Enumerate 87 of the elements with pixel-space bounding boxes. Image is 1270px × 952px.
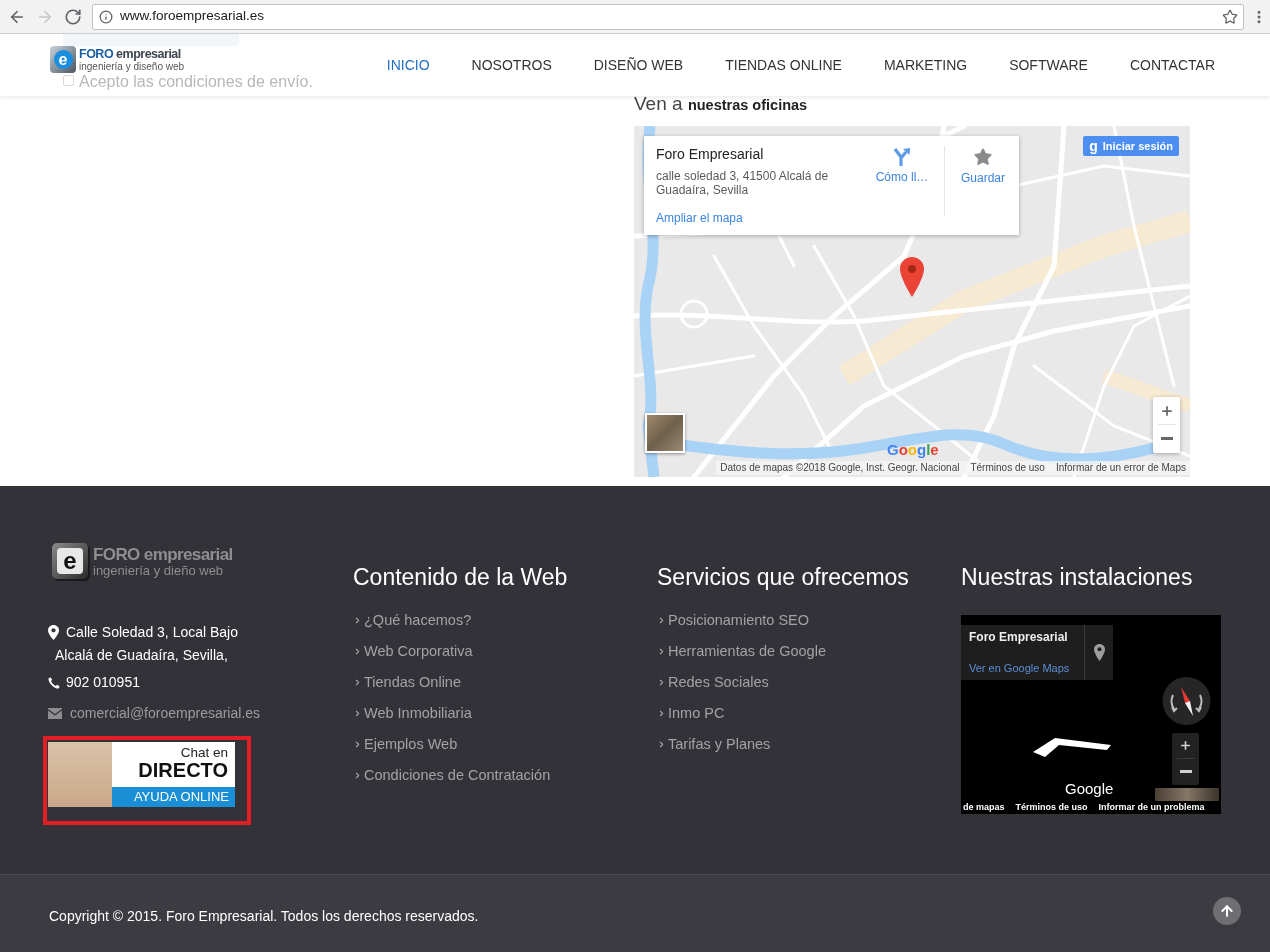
footer-link[interactable]: Herramientas de Google [657,636,826,667]
chevron-shape-icon[interactable] [1033,738,1111,758]
footer-link[interactable]: Inmo PC [657,698,725,729]
email-link[interactable]: comercial@foroempresarial.es [70,702,261,725]
chevron-icon [657,647,666,656]
footer-link[interactable]: Tarifas y Planes [657,729,771,760]
bookmark-star-icon[interactable] [1222,8,1238,25]
google-logo: Google [1065,781,1114,797]
place-name: Foro Empresarial [969,630,1068,644]
report-error-link[interactable]: Informar de un error de Maps [1055,462,1186,474]
logo-wordmark: FORO empresarial [79,47,182,61]
envelope-icon [48,708,62,719]
compass-icon[interactable] [1162,677,1211,725]
terms-link[interactable]: Términos de uso [1015,802,1088,813]
reload-icon [64,7,82,26]
sign-in-button[interactable]: g Iniciar sesión [1083,136,1179,156]
footer-link[interactable]: Ejemplos Web [353,729,458,760]
nav-link[interactable]: SOFTWARE [1009,56,1088,74]
map-pin-icon [48,625,59,640]
google-logo: Google [887,442,939,458]
footer-link[interactable]: Tiendas Online [353,667,461,698]
logo-tagline: ingeniería y dieño web [93,563,224,578]
minus-icon [1179,770,1192,773]
nav-link[interactable]: DISEÑO WEB [593,56,684,74]
street-view-thumbnail[interactable] [1155,788,1219,801]
nav-link[interactable]: CONTACTAR [1129,56,1215,74]
chevron-icon [657,678,666,687]
nav-link[interactable]: INICIO [386,56,430,74]
directions-button[interactable]: Cómo ll… [876,148,928,192]
footer-link[interactable]: Condiciones de Contratación [353,760,551,791]
logo-mark: e [52,543,88,579]
footer-heading: Nuestras instalaciones [961,563,1193,591]
map-data-credit: de mapas [963,802,1005,813]
footer-link[interactable]: ¿Qué hacemos? [353,605,472,636]
chevron-icon [657,709,666,718]
chevron-icon [353,647,362,656]
plus-icon [1159,403,1174,418]
footer-link[interactable]: Posicionamiento SEO [657,605,810,636]
minus-icon [1160,437,1173,440]
enlarge-map-link[interactable]: Ampliar el mapa [656,211,743,225]
chevron-icon [353,771,362,780]
chevron-icon [657,740,666,749]
g-icon: g [1089,139,1098,153]
footer-link[interactable]: Web Corporativa [353,636,473,667]
map-marker-icon[interactable] [900,257,924,297]
section-heading: Ven a nuestras oficinas [634,94,809,115]
footer-link[interactable]: Web Inmobiliaria [353,698,472,729]
google-maps-link[interactable]: Ver en Google Maps [969,662,1070,675]
place-name: Foro Empresarial [656,146,764,162]
footer-link[interactable]: Redes Sociales [657,667,769,698]
terms-checkbox[interactable] [63,75,74,86]
chevron-icon [353,709,362,718]
satellite-thumbnail[interactable] [645,413,685,453]
nav-link[interactable]: MARKETING [883,56,968,74]
chat-banner[interactable]: Chat en DIRECTO AYUDA ONLINE [48,742,235,807]
footer-heading: Contenido de la Web [353,563,568,591]
report-problem-link[interactable]: Informar de un problema [1098,802,1205,813]
info-icon[interactable] [99,9,113,24]
chevron-icon [657,616,666,625]
phone-icon [48,676,60,689]
scroll-top-button[interactable] [1213,896,1241,925]
reload-button[interactable] [64,7,82,26]
footer-heading: Servicios que ofrecemos [657,563,909,591]
nav-link[interactable]: TIENDAS ONLINE [725,56,842,74]
map-data-credit: Datos de mapas ©2018 Google, Inst. Geogr. Nacional [720,462,960,474]
map-pin-icon[interactable] [1093,644,1105,661]
address-bar[interactable]: www.foroempresarial.es [92,3,1244,30]
url-text: www.foroempresarial.es [120,7,265,26]
address-line: Calle Soledad 3, Local Bajo [66,623,238,642]
logo-wordmark: FORO empresarial [93,544,233,564]
logo-tagline: ingeniería y diseño web [79,61,185,72]
save-button[interactable]: Guardar [960,147,1006,191]
plus-icon [1179,739,1192,752]
photo-placeholder [48,742,112,807]
address-line: Alcalá de Guadaíra, Sevilla, [55,646,228,665]
directions-icon [893,148,911,166]
chevron-icon [353,740,362,749]
logo-mark: e [50,46,76,73]
star-icon [973,147,993,167]
nav-link[interactable]: NOSOTROS [471,56,552,74]
place-address: calle soledad 3, 41500 Alcalá de Guadaíra, Sevilla [656,169,830,197]
terms-link[interactable]: Términos de uso [970,462,1045,474]
chevron-icon [353,616,362,625]
copyright-text: Copyright © 2015. Foro Empresarial. Todos los derechos reservados. [49,906,479,925]
checkbox-label: Acepto las condiciones de envío. [79,73,313,90]
chevron-icon [353,678,362,687]
phone-number: 902 010951 [66,673,140,692]
